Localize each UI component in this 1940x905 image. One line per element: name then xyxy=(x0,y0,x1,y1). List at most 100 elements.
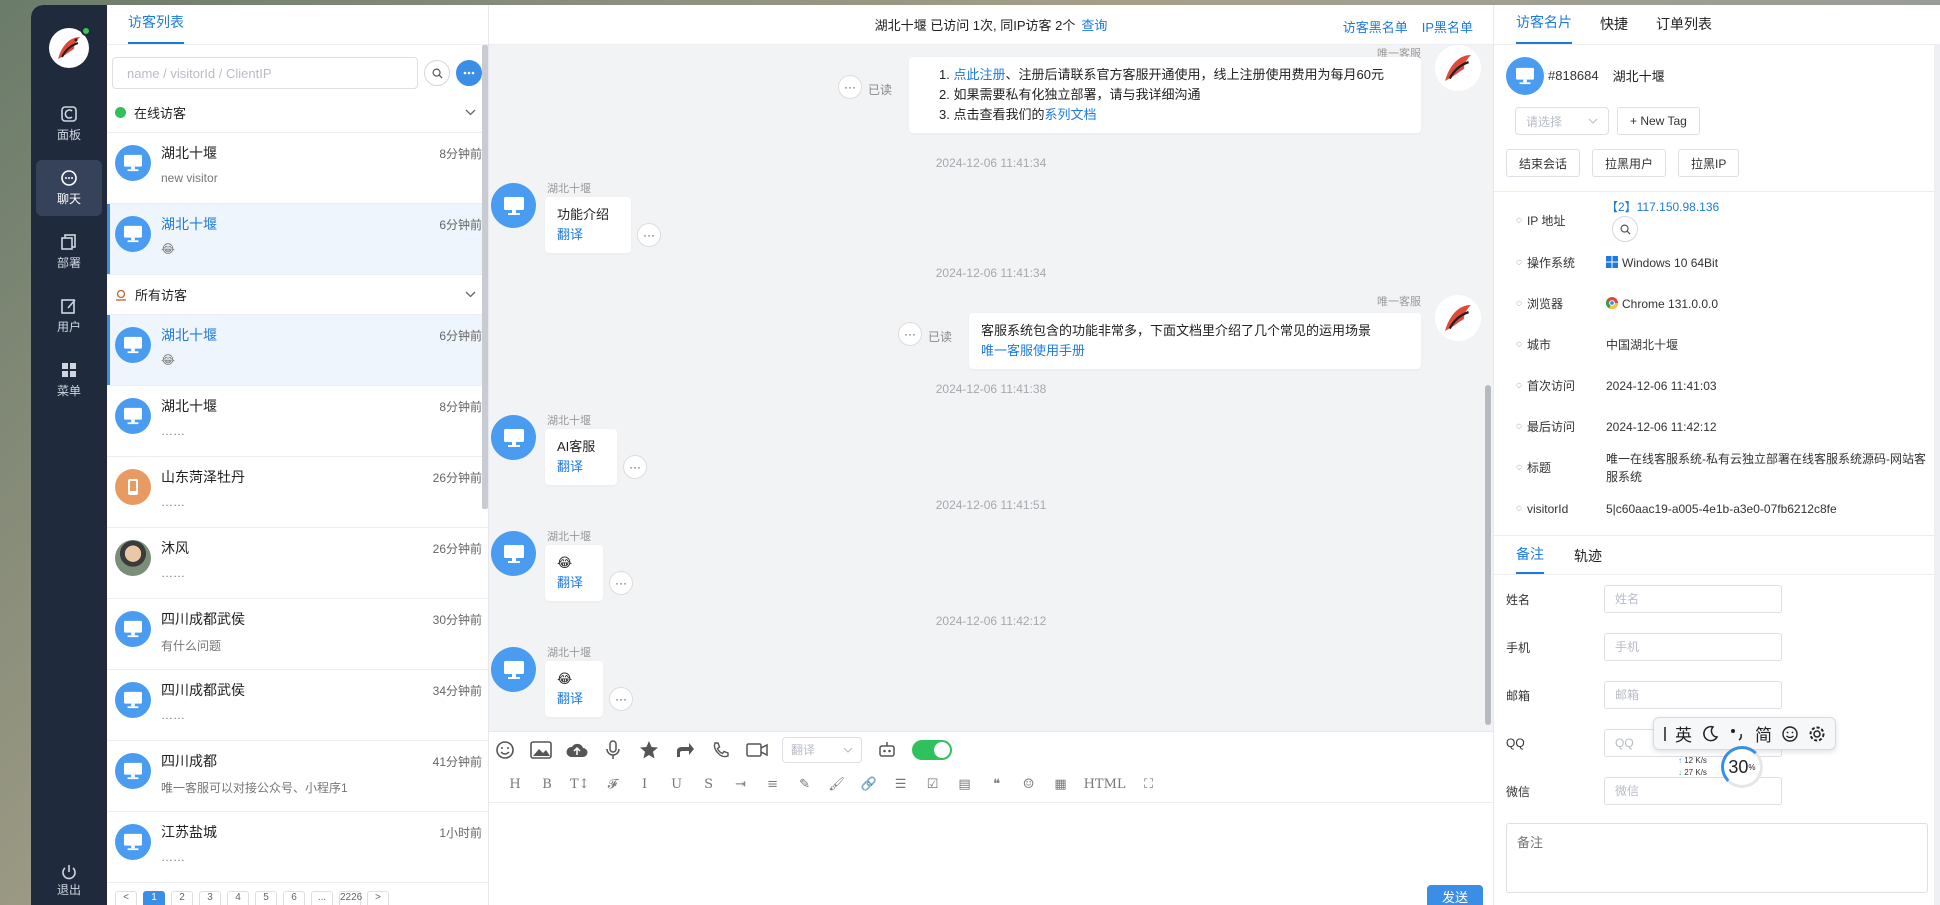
editor-tool-button[interactable]: ☺ xyxy=(1020,777,1038,792)
translate-select[interactable]: 翻译 xyxy=(782,736,862,763)
ime-simplified-toggle[interactable]: 简 xyxy=(1755,721,1772,746)
voice-button[interactable] xyxy=(602,739,624,761)
visitor-list-item[interactable]: 湖北十堰 8分钟前 …… xyxy=(107,386,488,457)
editor-tool-button[interactable]: ▦ xyxy=(1052,777,1070,792)
tab-order-list[interactable]: 订单列表 xyxy=(1656,14,1712,44)
visitor-list-item[interactable]: 湖北十堰 6分钟前 😂 xyxy=(107,204,488,275)
nav-item-menu[interactable]: 菜单 xyxy=(36,352,102,408)
editor-tool-button[interactable]: I xyxy=(636,777,654,792)
form-input[interactable] xyxy=(1604,585,1782,613)
page-button[interactable]: < xyxy=(115,891,137,905)
note-textarea[interactable] xyxy=(1506,823,1928,893)
editor-tool-button[interactable]: ▤ xyxy=(956,777,974,792)
visitor-list-item[interactable]: 四川成都武侯 30分钟前 有什么问题 xyxy=(107,599,488,670)
video-button[interactable] xyxy=(746,739,768,761)
editor-tool-button[interactable]: B xyxy=(538,777,556,792)
tab-visitor-list[interactable]: 访客列表 xyxy=(128,12,184,44)
panel-scrollbar[interactable] xyxy=(1934,45,1940,905)
nav-item-users[interactable]: 用户 xyxy=(36,288,102,344)
editor-tool-button[interactable]: T↕ xyxy=(570,777,590,792)
editor-tool-button[interactable]: 🖌 xyxy=(828,777,846,792)
favorite-button[interactable] xyxy=(638,739,660,761)
image-button[interactable] xyxy=(530,739,552,761)
ip-lookup-button[interactable] xyxy=(1612,216,1638,242)
visitor-list-item[interactable]: 湖北十堰 6分钟前 😂 xyxy=(107,315,488,386)
page-button[interactable]: 4 xyxy=(227,891,249,905)
translate-link[interactable]: 翻译 xyxy=(557,573,591,593)
editor-tool-button[interactable]: ☑ xyxy=(924,777,942,792)
editor-tool-button[interactable]: H xyxy=(506,777,524,792)
ime-language-toggle[interactable]: 英 xyxy=(1675,721,1692,746)
nav-item-deploy[interactable]: 部署 xyxy=(36,224,102,280)
editor-tool-button[interactable]: ≡ xyxy=(764,777,782,792)
end-session-button[interactable]: 结束会话 xyxy=(1506,149,1581,177)
page-button[interactable]: 5 xyxy=(255,891,277,905)
editor-tool-button[interactable]: ⛶ xyxy=(1140,777,1158,792)
message-more-button[interactable]: ··· xyxy=(838,75,862,99)
tag-select[interactable]: 请选择 xyxy=(1515,107,1609,135)
message-more-button[interactable]: ··· xyxy=(898,322,922,346)
call-button[interactable] xyxy=(710,739,732,761)
tab-visitor-card[interactable]: 访客名片 xyxy=(1516,12,1572,44)
register-link[interactable]: 点此注册 xyxy=(953,67,1005,82)
logout-button[interactable]: 退出 xyxy=(31,855,107,905)
moon-icon[interactable] xyxy=(1701,725,1719,743)
emoji-icon[interactable] xyxy=(1781,725,1799,743)
message-editor[interactable]: 发送 xyxy=(489,803,1493,905)
emoji-button[interactable] xyxy=(494,739,516,761)
page-button[interactable]: 3 xyxy=(199,891,221,905)
page-button[interactable]: 1 xyxy=(143,891,165,905)
nav-item-chat[interactable]: 聊天 xyxy=(36,160,102,216)
translate-link[interactable]: 翻译 xyxy=(557,457,605,477)
editor-tool-button[interactable]: HTML xyxy=(1084,777,1126,792)
editor-tool-button[interactable]: 𝓕 xyxy=(604,777,622,792)
transfer-button[interactable] xyxy=(674,739,696,761)
page-button[interactable]: ... xyxy=(311,891,333,905)
translate-link[interactable]: 翻译 xyxy=(557,225,619,245)
visitor-list-item[interactable]: 山东菏泽牡丹 26分钟前 …… xyxy=(107,457,488,528)
form-input[interactable] xyxy=(1604,681,1782,709)
message-more-button[interactable]: ··· xyxy=(609,571,633,595)
gear-icon[interactable] xyxy=(1808,725,1826,743)
upload-button[interactable] xyxy=(566,739,588,761)
docs-link[interactable]: 系列文档 xyxy=(1044,107,1096,122)
new-tag-button[interactable]: + New Tag xyxy=(1617,107,1700,135)
form-input[interactable] xyxy=(1604,633,1782,661)
send-button[interactable]: 发送 xyxy=(1427,885,1483,905)
visitor-blacklist-link[interactable]: 访客黑名单 xyxy=(1343,17,1408,36)
editor-tool-button[interactable]: ⇥ xyxy=(732,777,750,792)
messages-scrollbar[interactable] xyxy=(1485,385,1491,725)
block-ip-button[interactable]: 拉黑IP xyxy=(1678,149,1740,177)
visitor-list-item[interactable]: 四川成都武侯 34分钟前 …… xyxy=(107,670,488,741)
page-button[interactable]: 2226 xyxy=(339,891,362,905)
more-options-button[interactable] xyxy=(456,60,482,86)
visitor-list-item[interactable]: 湖北十堰 8分钟前 new visitor xyxy=(107,133,488,204)
editor-tool-button[interactable]: U xyxy=(668,777,686,792)
message-more-button[interactable]: ··· xyxy=(637,223,661,247)
robot-button[interactable] xyxy=(876,739,898,761)
list-scrollbar[interactable] xyxy=(482,45,488,509)
page-button[interactable]: 6 xyxy=(283,891,305,905)
page-button[interactable]: > xyxy=(367,891,389,905)
visitor-search-input[interactable] xyxy=(112,57,418,89)
tab-track[interactable]: 轨迹 xyxy=(1574,546,1602,574)
ip-blacklist-link[interactable]: IP黑名单 xyxy=(1422,17,1473,36)
editor-tool-button[interactable]: S xyxy=(700,777,718,792)
query-link[interactable]: 查询 xyxy=(1081,15,1107,34)
editor-tool-button[interactable]: ☰ xyxy=(892,777,910,792)
editor-tool-button[interactable]: ❝ xyxy=(988,777,1006,792)
block-user-button[interactable]: 拉黑用户 xyxy=(1592,149,1667,177)
editor-tool-button[interactable]: 🔗 xyxy=(860,777,878,792)
manual-link[interactable]: 唯一客服使用手册 xyxy=(981,341,1409,361)
ai-reply-toggle[interactable] xyxy=(912,739,952,760)
visitor-list-item[interactable]: 四川成都 41分钟前 唯一客服可以对接公众号、小程序1 xyxy=(107,741,488,812)
all-visitors-group[interactable]: 所有访客 xyxy=(107,275,488,315)
punctuation-icon[interactable] xyxy=(1728,725,1746,743)
visitor-list-item[interactable]: 沐风 26分钟前 …… xyxy=(107,528,488,599)
message-more-button[interactable]: ··· xyxy=(609,687,633,711)
nav-item-dashboard[interactable]: 面板 xyxy=(36,96,102,152)
message-more-button[interactable]: ··· xyxy=(623,455,647,479)
translate-link[interactable]: 翻译 xyxy=(557,689,591,709)
online-visitors-group[interactable]: 在线访客 xyxy=(107,93,488,133)
drag-handle[interactable] xyxy=(1664,726,1666,741)
